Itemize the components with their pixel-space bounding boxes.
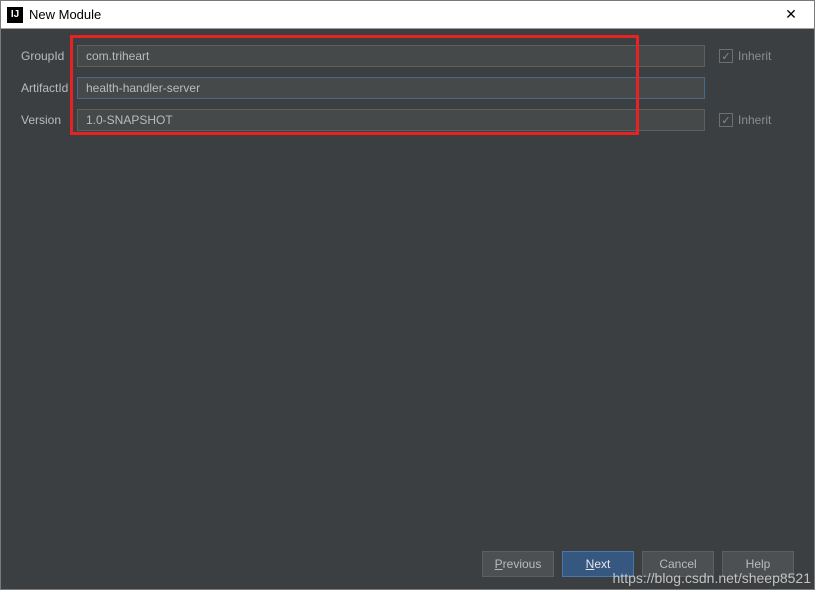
groupid-input[interactable] xyxy=(77,45,705,67)
version-inherit[interactable]: ✓ Inherit xyxy=(719,113,794,127)
version-label: Version xyxy=(21,113,77,127)
button-bar: PPreviousrevious NextNext Cancel Help xyxy=(1,539,814,589)
groupid-inherit[interactable]: ✓ Inherit xyxy=(719,49,794,63)
inherit-label: Inherit xyxy=(738,49,771,63)
checkbox-checked-icon: ✓ xyxy=(719,49,733,63)
help-button[interactable]: Help xyxy=(722,551,794,577)
groupid-label: GroupId xyxy=(21,49,77,63)
cancel-button[interactable]: Cancel xyxy=(642,551,714,577)
close-button[interactable]: ✕ xyxy=(774,1,808,28)
inherit-label: Inherit xyxy=(738,113,771,127)
checkbox-checked-icon: ✓ xyxy=(719,113,733,127)
artifactid-row: ArtifactId xyxy=(21,73,794,103)
intellij-icon: IJ xyxy=(7,7,23,23)
artifactid-input[interactable] xyxy=(77,77,705,99)
previous-button[interactable]: PPreviousrevious xyxy=(482,551,554,577)
artifactid-label: ArtifactId xyxy=(21,81,77,95)
new-module-dialog: IJ New Module ✕ GroupId ✓ Inherit Artifa… xyxy=(0,0,815,590)
next-button[interactable]: NextNext xyxy=(562,551,634,577)
version-row: Version ✓ Inherit xyxy=(21,105,794,135)
version-input[interactable] xyxy=(77,109,705,131)
titlebar: IJ New Module ✕ xyxy=(1,1,814,29)
window-title: New Module xyxy=(29,7,774,22)
groupid-row: GroupId ✓ Inherit xyxy=(21,41,794,71)
dialog-content: GroupId ✓ Inherit ArtifactId Version ✓ I… xyxy=(1,29,814,539)
